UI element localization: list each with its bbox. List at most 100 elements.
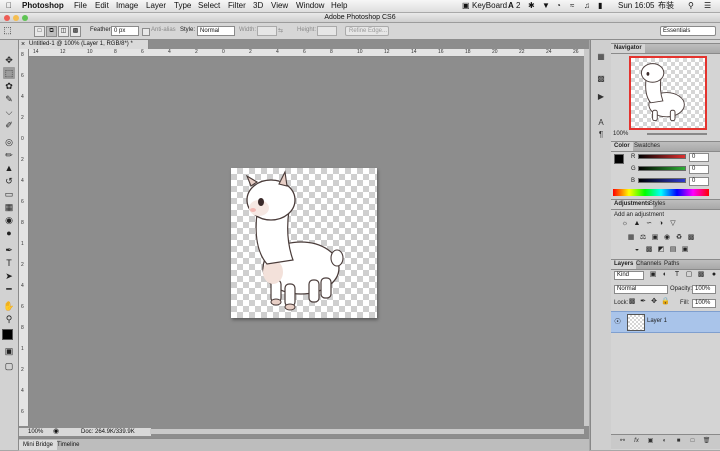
menu-view[interactable]: View [271,1,288,11]
notification-center-icon[interactable]: ☰ [704,1,711,11]
color-foreground-swatch[interactable] [614,154,624,164]
red-slider[interactable] [638,154,686,159]
status-info-icon[interactable]: ◉ [53,428,59,436]
add-to-selection-icon[interactable]: ⧉ [46,26,57,37]
menu-image[interactable]: Image [116,1,138,11]
paragraph-panel-icon[interactable]: ¶ [595,130,607,140]
notification-2-icon[interactable]: 2 [516,1,520,11]
opacity-input[interactable]: 100% [692,285,716,294]
feather-input[interactable]: 0 px [111,26,139,36]
channel-mixer-icon[interactable]: ♻ [675,234,683,242]
posterize-icon[interactable]: ▩ [645,246,653,254]
color-lookup-icon[interactable]: ▩ [687,234,695,242]
close-button[interactable] [4,15,10,21]
keyboard-status[interactable]: KeyBoard [472,1,507,11]
color-spectrum-bar[interactable] [613,189,709,196]
filter-pixel-icon[interactable]: ▣ [649,271,657,279]
tab-swatches[interactable]: Swatches [631,142,663,151]
subtract-selection-icon[interactable]: ◫ [58,26,69,37]
color-balance-icon[interactable]: ⚖ [639,234,647,242]
layer-thumbnail[interactable] [627,314,645,331]
intersect-selection-icon[interactable]: ▩ [70,26,81,37]
screen-mode-icon[interactable]: ▢ [3,360,15,372]
spotlight-icon[interactable]: ⚲ [688,1,694,11]
menu-type[interactable]: Type [174,1,191,11]
tab-color[interactable]: Color [611,142,633,151]
shape-tool-icon[interactable]: ━ [3,283,15,295]
brush-tool-icon[interactable]: ✏ [3,149,15,161]
tab-channels[interactable]: Channels [633,260,664,269]
clone-stamp-tool-icon[interactable]: ▲ [3,162,15,174]
fill-input[interactable]: 100% [692,299,716,308]
type-tool-icon[interactable]: T [3,257,15,269]
lasso-tool-icon[interactable]: ✿ [3,80,15,92]
blur-tool-icon[interactable]: ◉ [3,214,15,226]
filter-shape-icon[interactable]: ▢ [685,271,693,279]
zoom-level[interactable]: 100% [28,428,43,436]
lock-position-icon[interactable]: ✥ [650,298,658,306]
menu-filter[interactable]: Filter [228,1,246,11]
pen-tool-icon[interactable]: ✒ [3,244,15,256]
zoom-button[interactable] [22,15,28,21]
layer-filter-kind[interactable]: Kind [614,271,644,280]
eyedropper-tool-icon[interactable]: ✐ [3,119,15,131]
new-layer-icon[interactable]: □ [688,437,697,445]
width-input[interactable] [257,26,277,36]
menu-layer[interactable]: Layer [146,1,166,11]
lock-image-icon[interactable]: ✒ [639,298,647,306]
tab-timeline[interactable]: Timeline [53,440,83,450]
menu-file[interactable]: File [74,1,87,11]
swap-dimensions-icon[interactable]: ⇆ [278,27,283,34]
refine-edge-button[interactable]: Refine Edge... [345,26,389,36]
tab-navigator[interactable]: Navigator [611,44,645,53]
document-canvas[interactable] [231,168,377,318]
green-value[interactable]: 0 [689,165,709,174]
tab-paths[interactable]: Paths [661,260,682,269]
gradient-map-icon[interactable]: ▤ [669,246,677,254]
exposure-icon[interactable]: ◑ [657,220,665,228]
navigator-preview[interactable] [629,56,707,130]
new-group-icon[interactable]: ■ [674,437,683,445]
dodge-tool-icon[interactable]: ● [3,227,15,239]
document-tab[interactable]: × Untitled-1 @ 100% (Layer 1, RGB/8*) * [19,40,149,49]
selective-color-icon[interactable]: ▣ [681,246,689,254]
move-tool-icon[interactable]: ✥ [3,54,15,66]
blue-slider[interactable] [638,178,686,183]
brightness-contrast-icon[interactable]: ☼ [621,220,629,228]
delete-layer-icon[interactable]: 🗑 [702,437,711,445]
lock-all-icon[interactable]: 🔒 [661,298,670,306]
doc-size-info[interactable]: Doc: 264.9K/339.9K [81,428,135,436]
foreground-color-swatch[interactable] [2,329,13,340]
eraser-tool-icon[interactable]: ▭ [3,188,15,200]
menu-window[interactable]: Window [296,1,324,11]
apple-icon[interactable]:  [6,1,12,11]
curves-icon[interactable]: ∽ [645,220,653,228]
add-mask-icon[interactable]: ▣ [646,437,655,445]
antialias-checkbox[interactable] [142,28,150,36]
threshold-icon[interactable]: ◩ [657,246,665,254]
clock[interactable]: Sun 16:05 [618,1,654,11]
filter-type-icon[interactable]: T [673,271,681,279]
menu-select[interactable]: Select [198,1,220,11]
style-select[interactable]: Normal [197,26,235,36]
layer-visibility-eye-icon[interactable]: ☉ [614,317,621,326]
tab-styles[interactable]: Styles [646,200,668,209]
hand-tool-icon[interactable]: ✋ [3,300,15,312]
minimize-button[interactable] [13,15,19,21]
layer-row[interactable]: ☉ Layer 1 [611,311,720,333]
gradient-tool-icon[interactable]: ▦ [3,201,15,213]
height-input[interactable] [317,26,337,36]
navigator-zoom-slider[interactable] [647,133,707,135]
time-machine-icon[interactable]: ◔ [556,1,561,11]
path-selection-tool-icon[interactable]: ➤ [3,270,15,282]
app-menu[interactable]: Photoshop [22,1,64,11]
navigator-zoom[interactable]: 100% [613,131,628,137]
new-selection-icon[interactable]: □ [34,26,45,37]
quick-mask-icon[interactable]: ▣ [3,345,15,357]
filter-toggle-icon[interactable]: ● [710,271,718,279]
quick-selection-tool-icon[interactable]: ✎ [3,93,15,105]
vertical-ruler[interactable]: 8 6 4 2 0 2 4 6 8 1 2 4 6 8 1 2 4 6 [19,49,29,426]
wifi-icon[interactable]: ≈ [570,1,574,11]
hue-saturation-icon[interactable]: ▦ [627,234,635,242]
green-slider[interactable] [638,166,686,171]
